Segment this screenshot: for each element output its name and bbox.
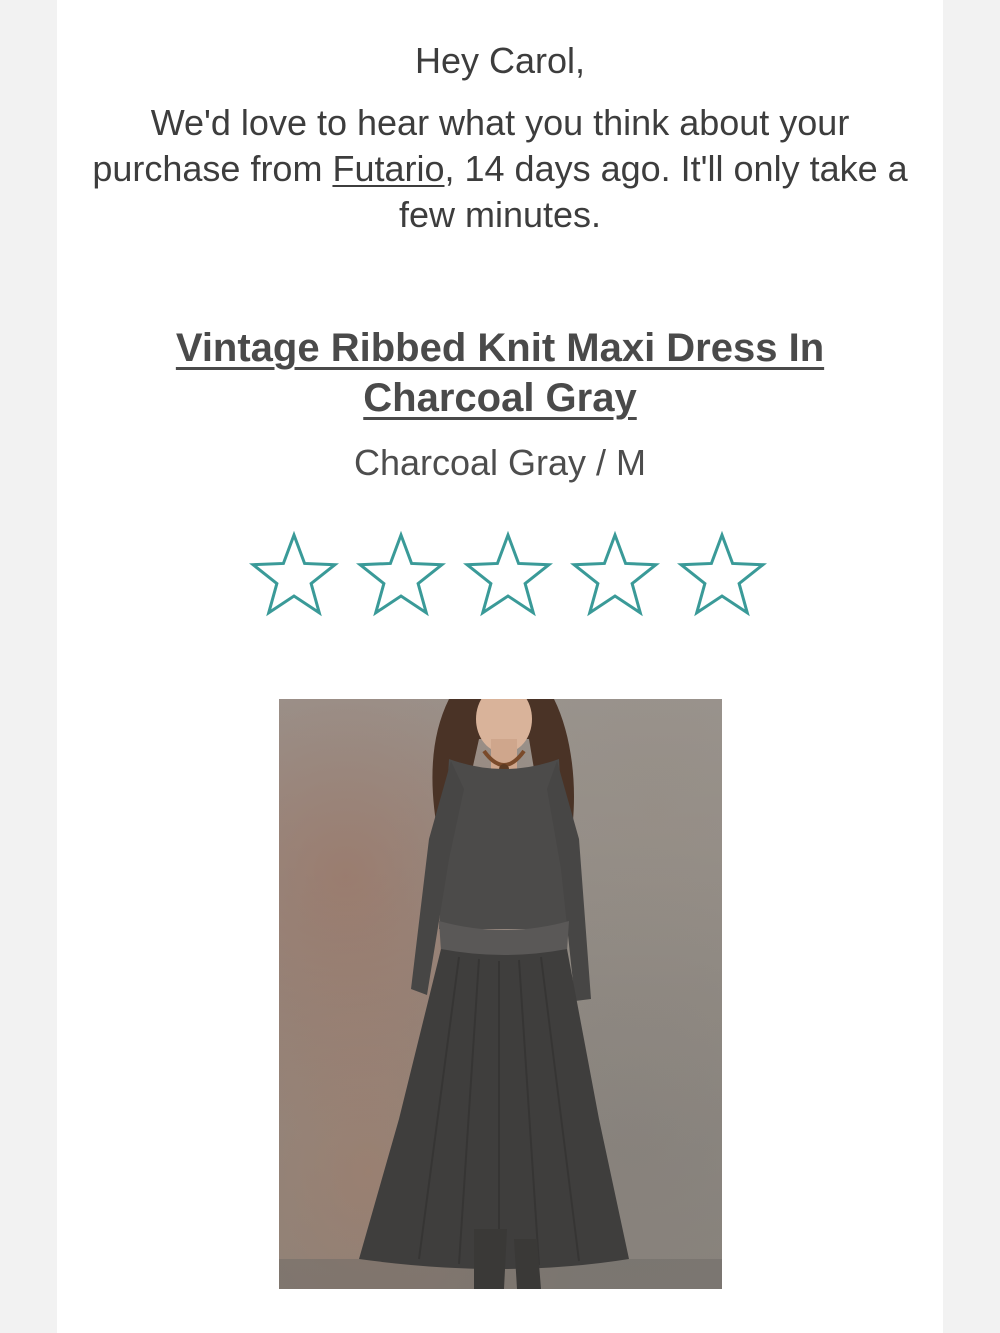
star-5-icon[interactable] <box>676 528 768 620</box>
product-title: Vintage Ribbed Knit Maxi Dress In Charco… <box>117 323 883 423</box>
star-3-icon[interactable] <box>462 528 554 620</box>
email-card: Hey Carol, We'd love to hear what you th… <box>57 0 943 1333</box>
product-title-link[interactable]: Vintage Ribbed Knit Maxi Dress In Charco… <box>176 326 824 420</box>
intro-text-end: , 14 days ago. It'll only take a few min… <box>398 148 908 235</box>
product-photo[interactable] <box>279 699 722 1289</box>
star-1-icon[interactable] <box>248 528 340 620</box>
star-4-icon[interactable] <box>569 528 661 620</box>
star-rating <box>248 528 768 620</box>
intro-text: We'd love to hear what you think about y… <box>87 100 913 238</box>
store-link[interactable]: Futario <box>332 148 444 189</box>
greeting: Hey Carol, <box>414 40 586 81</box>
star-2-icon[interactable] <box>355 528 447 620</box>
product-photo-illustration <box>279 699 722 1289</box>
product-variant: Charcoal Gray / M <box>353 442 647 483</box>
